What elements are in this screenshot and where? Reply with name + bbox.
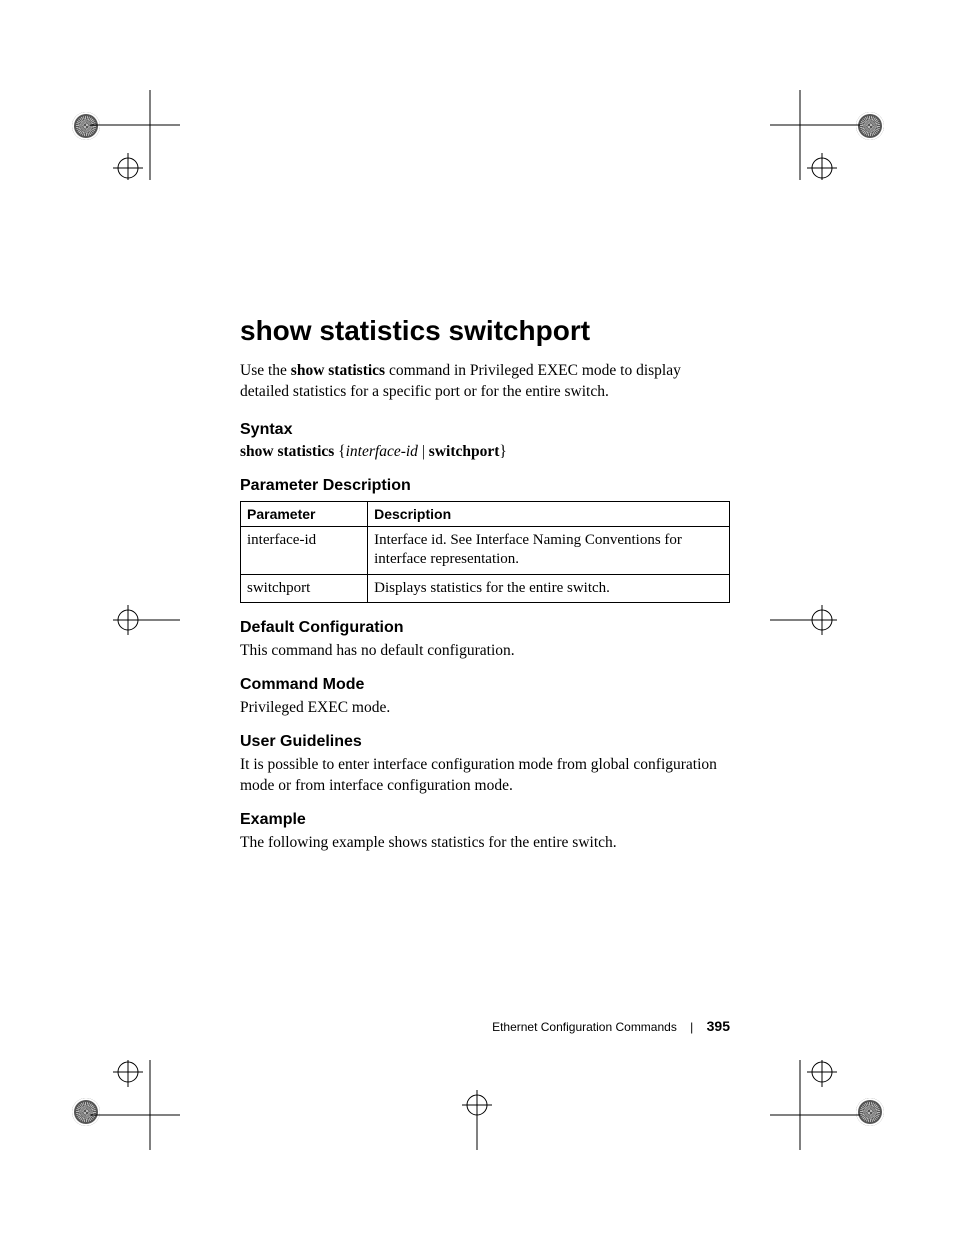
footer-section: Ethernet Configuration Commands [492,1020,677,1034]
param-col-parameter: Parameter [241,501,368,526]
param-name: switchport [241,574,368,603]
crop-mark-icon [432,1060,522,1150]
crop-ornament-icon [856,1098,884,1126]
syntax-brace-close: } [499,443,506,460]
crop-mark-icon [770,1060,860,1150]
syntax-line: show statistics {interface-id | switchpo… [240,443,730,461]
crop-ornament-icon [72,1098,100,1126]
param-name: interface-id [241,526,368,574]
param-table: Parameter Description interface-id Inter… [240,501,730,604]
page-footer: Ethernet Configuration Commands | 395 [240,1018,730,1034]
user-guidelines-heading: User Guidelines [240,733,730,751]
crop-ornament-icon [856,112,884,140]
table-row: interface-id Interface id. See Interface… [241,526,730,574]
crop-mark-icon [90,90,180,180]
example-text: The following example shows statistics f… [240,833,730,854]
command-mode-heading: Command Mode [240,676,730,694]
syntax-cmd: show statistics [240,443,334,460]
page-content: show statistics switchport Use the show … [240,315,730,868]
syntax-pipe: | [418,443,425,460]
param-desc-heading: Parameter Description [240,477,730,495]
param-desc: Interface id. See Interface Naming Conve… [368,526,730,574]
table-row: switchport Displays statistics for the e… [241,574,730,603]
intro-cmd: show statistics [291,362,385,379]
crop-mark-icon [770,90,860,180]
command-mode-text: Privileged EXEC mode. [240,698,730,719]
param-col-description: Description [368,501,730,526]
crop-mark-icon [90,1060,180,1150]
syntax-kw: switchport [429,443,500,460]
crop-mark-icon [90,575,180,665]
footer-page-number: 395 [707,1018,730,1034]
syntax-brace-open: { [334,443,345,460]
param-desc: Displays statistics for the entire switc… [368,574,730,603]
page-title: show statistics switchport [240,315,730,347]
footer-separator: | [690,1020,693,1034]
syntax-arg: interface-id [346,443,418,460]
example-heading: Example [240,811,730,829]
intro-paragraph: Use the show statistics command in Privi… [240,361,730,403]
default-config-text: This command has no default configuratio… [240,641,730,662]
intro-pre: Use the [240,362,291,379]
crop-ornament-icon [72,112,100,140]
crop-mark-icon [770,575,860,665]
user-guidelines-text: It is possible to enter interface config… [240,755,730,797]
syntax-heading: Syntax [240,421,730,439]
default-config-heading: Default Configuration [240,619,730,637]
